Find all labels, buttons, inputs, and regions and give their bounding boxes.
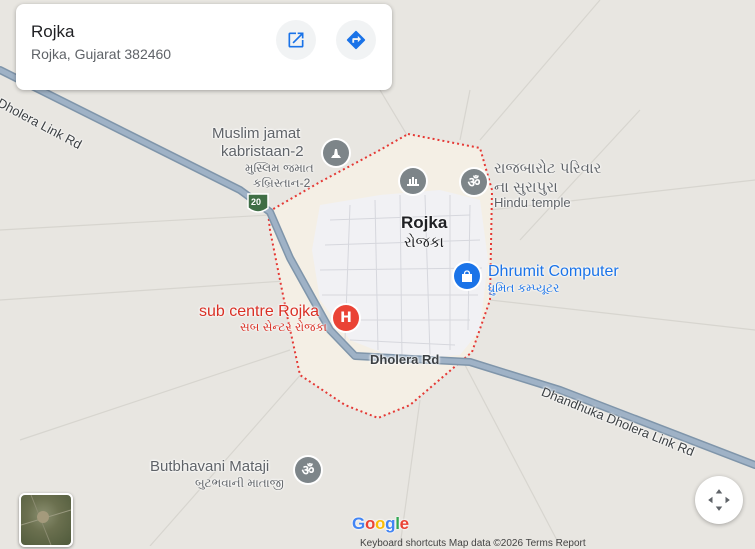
town-label-gu: રોજકા [404, 234, 444, 251]
shopping-bag-icon [462, 269, 472, 282]
poi-butbhavani-gu: બુટભવાની માતાજી [195, 476, 284, 490]
fullscreen-move-icon [708, 489, 730, 511]
poi-subcentre-gu: સબ સેન્ટર રોજકા [240, 320, 327, 334]
shield-number: 20 [251, 197, 262, 207]
poi-rajbarot-2[interactable]: ના સુરાપુરા [494, 179, 558, 196]
poi-dhrumit-en[interactable]: Dhrumit Computer [488, 263, 619, 281]
open-in-maps-button[interactable] [276, 20, 316, 60]
hindu-temple-pin[interactable]: ॐ [461, 169, 487, 195]
poi-kabristan-en-1[interactable]: Muslim jamat [212, 125, 300, 142]
poi-butbhavani-en[interactable]: Butbhavani Mataji [150, 458, 269, 475]
monument-pin[interactable] [400, 168, 426, 194]
poi-kabristan-gu-2: કબ્રિસ્તાન-2 [253, 176, 311, 190]
monument-icon [407, 177, 419, 186]
road-label-dholera-rd: Dholera Rd [370, 352, 440, 367]
satellite-layer-toggle[interactable] [19, 493, 73, 547]
poi-subcentre-en[interactable]: sub centre Rojka [199, 303, 319, 321]
satellite-thumbnail-icon [21, 495, 71, 545]
map-attribution[interactable]: Keyboard shortcuts Map data ©2026 Terms … [360, 538, 586, 549]
poi-rajbarot-1[interactable]: રાજબારોટ પરિવાર [494, 160, 601, 177]
town-label-en: Rojka [401, 213, 448, 232]
open-in-new-icon [288, 32, 304, 48]
directions-icon [346, 30, 366, 50]
directions-button[interactable] [336, 20, 376, 60]
fullscreen-button[interactable] [695, 476, 743, 524]
cemetery-pin[interactable] [323, 140, 349, 166]
place-info-card: Rojka Rojka, Gujarat 382460 [16, 4, 392, 90]
poi-kabristan-gu-1: મુસ્લિમ જમાત [245, 161, 314, 175]
shopping-pin[interactable] [454, 263, 480, 289]
place-address: Rojka, Gujarat 382460 [31, 46, 172, 62]
google-logo: Google [352, 514, 409, 533]
poi-hindu-temple-category: Hindu temple [494, 195, 571, 210]
place-title: Rojka [31, 22, 75, 41]
cemetery-icon [331, 149, 341, 158]
poi-kabristan-en-2[interactable]: kabristaan-2 [221, 143, 304, 160]
butbhavani-temple-pin[interactable]: ॐ [295, 457, 321, 483]
poi-dhrumit-gu: ધ્રુમિત કમ્પ્યૂટર [488, 281, 560, 295]
hospital-pin[interactable]: H [333, 305, 359, 331]
